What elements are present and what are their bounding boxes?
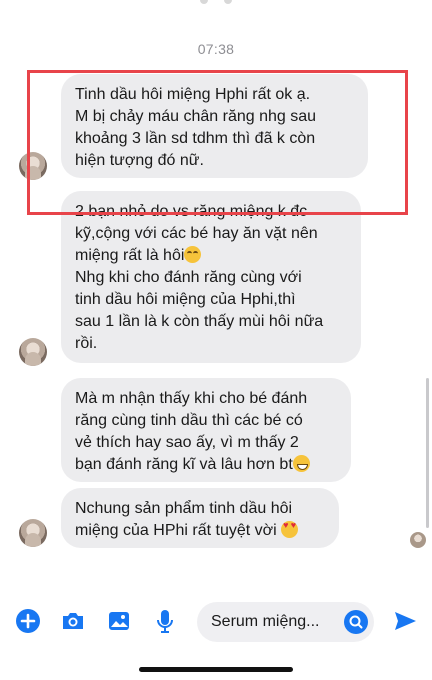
message-line: hiện tượng đó nữ. — [75, 152, 204, 169]
message-line: tinh dầu hôi miệng của Hphi,thì — [75, 291, 296, 308]
message-line: Mà m nhận thấy khi cho bé đánh — [75, 390, 308, 407]
message-composer: Serum miệng... — [0, 600, 432, 644]
message-text: miệng rất là hôi — [75, 247, 185, 264]
camera-icon[interactable] — [58, 606, 88, 636]
microphone-icon[interactable] — [150, 606, 180, 636]
message-line: rồi. — [75, 335, 98, 352]
plus-icon[interactable] — [13, 606, 43, 636]
sender-avatar[interactable] — [19, 338, 47, 366]
read-receipt-avatar — [410, 532, 426, 548]
message-line: Tinh dầu hôi miệng Hphi rất ok ạ. — [75, 86, 311, 103]
status-indicator — [196, 0, 236, 8]
grinning-face-emoji — [292, 455, 310, 472]
send-icon[interactable] — [390, 606, 420, 636]
message-line: kỹ,cộng với các bé hay ăn vặt nên — [75, 225, 318, 242]
message-text: bạn đánh răng kĩ và lâu hơn bt — [75, 456, 293, 473]
sender-avatar[interactable] — [19, 152, 47, 180]
message-line: khoảng 3 lần sd tdhm thì đã k còn — [75, 130, 316, 147]
message-input[interactable]: Serum miệng... — [197, 602, 374, 642]
message-line: 2 bạn nhỏ do vs răng miệng k đc — [75, 203, 308, 220]
message-line: răng cùng tinh dầu thì các bé có — [75, 412, 303, 429]
scrollbar[interactable] — [426, 378, 429, 528]
message-text: miệng của HPhi rất tuyệt vời — [75, 522, 277, 539]
message-bubble[interactable]: 2 bạn nhỏ do vs răng miệng k đc kỹ,cộng … — [61, 191, 361, 363]
home-indicator — [139, 667, 293, 672]
message-line: vẻ thích hay sao ấy, vì m thấy 2 — [75, 434, 299, 451]
message-line: miệng của HPhi rất tuyệt vời — [75, 520, 325, 542]
sender-avatar[interactable] — [19, 519, 47, 547]
message-bubble[interactable]: Tinh dầu hôi miệng Hphi rất ok ạ. M bị c… — [61, 74, 368, 178]
message-timestamp: 07:38 — [197, 41, 235, 57]
heart-eyes-emoji — [281, 521, 299, 538]
crying-face-emoji — [184, 246, 202, 263]
search-icon[interactable] — [344, 610, 368, 634]
message-line: bạn đánh răng kĩ và lâu hơn bt — [75, 454, 337, 476]
message-line: Nchung sản phẩm tinh dầu hôi — [75, 500, 293, 517]
message-line: Nhg khi cho đánh răng cùng với — [75, 269, 302, 286]
message-bubble[interactable]: Mà m nhận thấy khi cho bé đánh răng cùng… — [61, 378, 351, 482]
message-line: sau 1 lần là k còn thấy mùi hôi nữa — [75, 313, 324, 330]
message-bubble[interactable]: Nchung sản phẩm tinh dầu hôi miệng của H… — [61, 488, 339, 548]
message-input-text: Serum miệng... — [211, 613, 320, 630]
gallery-icon[interactable] — [104, 606, 134, 636]
message-line: miệng rất là hôi — [75, 245, 347, 267]
message-line: M bị chảy máu chân răng nhg sau — [75, 108, 317, 125]
